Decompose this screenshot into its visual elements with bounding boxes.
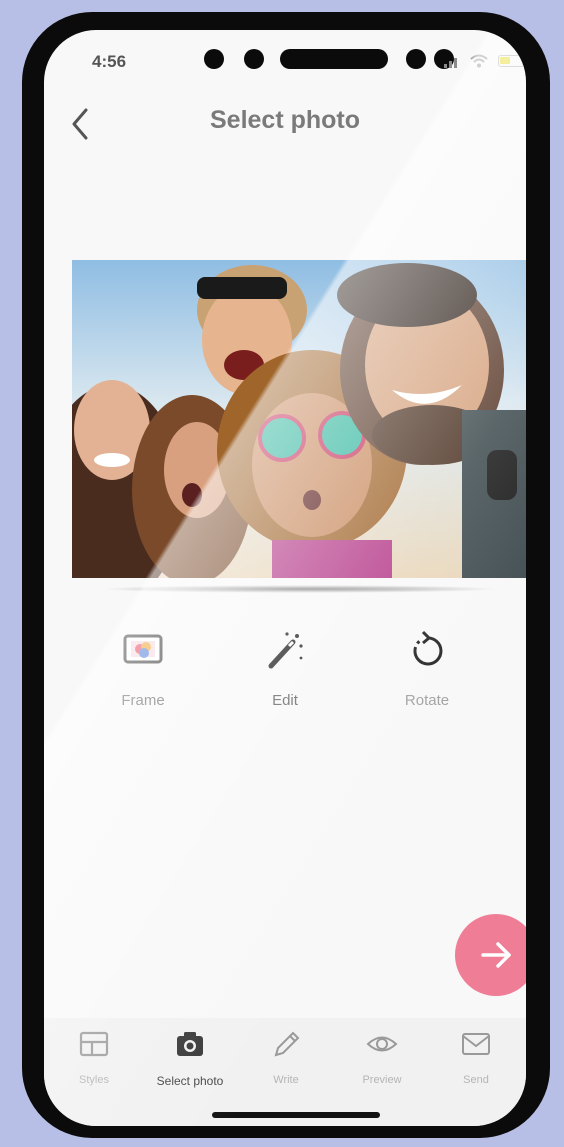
layout-icon (79, 1031, 109, 1057)
nav-write-label: Write (273, 1074, 299, 1086)
eye-icon (366, 1036, 398, 1052)
nav-preview-label: Preview (362, 1074, 402, 1086)
nav-styles-label: Styles (79, 1074, 109, 1086)
photo-card[interactable] (72, 260, 526, 578)
nav-select-photo[interactable]: Select photo (140, 1028, 240, 1098)
camera-icon (177, 1032, 203, 1056)
frame-button[interactable]: Frame (88, 630, 198, 720)
envelope-icon (462, 1033, 490, 1055)
screen-glare (44, 30, 526, 1126)
camera-notch (194, 44, 454, 74)
battery-icon (498, 55, 524, 67)
page-title: Select photo (209, 106, 360, 134)
pencil-icon (274, 1031, 300, 1057)
arrow-right-icon (481, 942, 511, 968)
home-indicator[interactable] (212, 1112, 380, 1118)
nav-styles[interactable]: Styles (44, 1028, 144, 1098)
frame-icon (123, 634, 163, 664)
nav-preview[interactable]: Preview (332, 1028, 432, 1098)
app-screen: 4:56 Select photo Frame Edit Rotate Styl… (44, 30, 526, 1126)
selected-photo[interactable] (72, 260, 526, 578)
next-button[interactable] (455, 914, 526, 996)
nav-send[interactable]: Send (426, 1028, 526, 1098)
frame-label: Frame (121, 692, 165, 709)
rotate-button[interactable]: Rotate (372, 630, 482, 720)
rotate-label: Rotate (404, 692, 450, 709)
bottom-navigation: Styles Select photo Write Preview Send (44, 1018, 526, 1126)
nav-select-photo-label: Select photo (156, 1074, 224, 1088)
nav-send-label: Send (463, 1074, 489, 1086)
edit-button[interactable]: Edit (230, 630, 340, 720)
edit-label: Edit (272, 692, 298, 709)
rotate-icon (413, 630, 443, 666)
magic-wand-icon (268, 632, 303, 669)
photo-shadow (100, 585, 500, 593)
wifi-icon (470, 54, 488, 68)
nav-write[interactable]: Write (236, 1028, 336, 1098)
status-time: 4:56 (92, 52, 127, 71)
status-icons (444, 54, 526, 68)
